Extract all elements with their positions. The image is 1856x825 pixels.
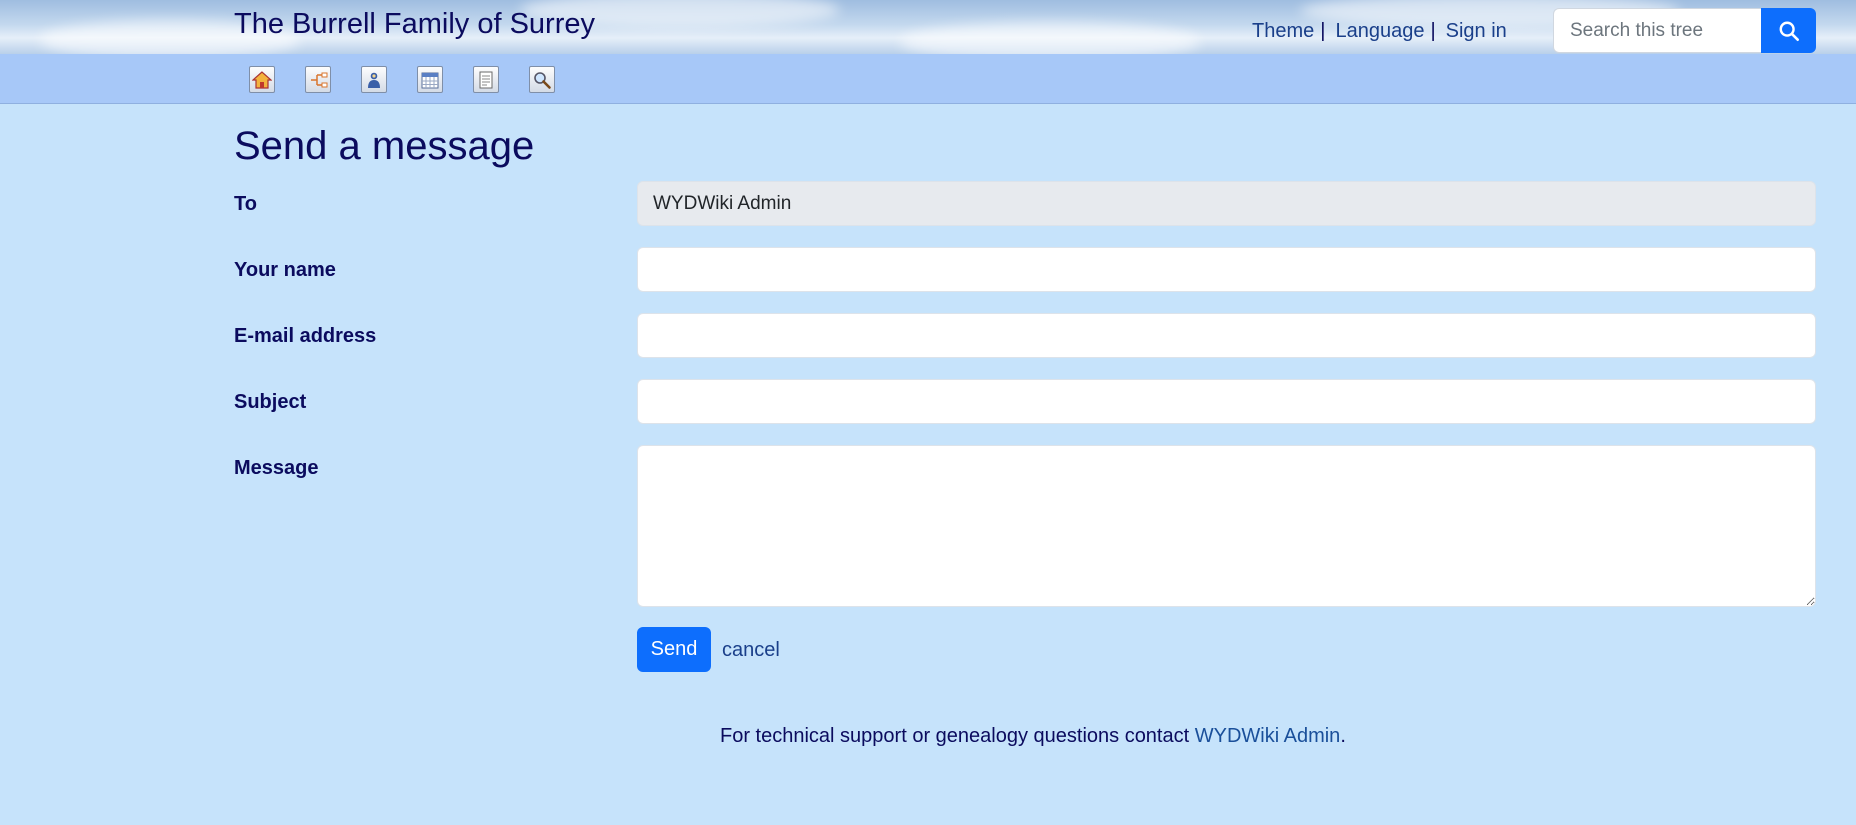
send-button[interactable]: Send: [637, 627, 711, 672]
header: The Burrell Family of Surrey Theme | Lan…: [0, 0, 1856, 54]
subject-field[interactable]: [637, 379, 1816, 424]
language-menu-link[interactable]: Language: [1335, 20, 1424, 43]
search-input[interactable]: [1553, 8, 1762, 53]
message-label: Message: [234, 457, 319, 479]
search-icon: [1779, 21, 1799, 41]
cloud-decoration: [900, 22, 1200, 54]
site-title[interactable]: The Burrell Family of Surrey: [234, 8, 595, 41]
to-label: To: [234, 193, 257, 215]
chart-icon[interactable]: [305, 66, 331, 93]
email-field[interactable]: [637, 313, 1816, 358]
footer-contact: For technical support or genealogy quest…: [720, 725, 1346, 748]
to-field[interactable]: [637, 181, 1816, 226]
home-icon[interactable]: [249, 66, 275, 93]
calendar-icon[interactable]: [417, 66, 443, 93]
footer-contact-link[interactable]: WYDWiki Admin: [1195, 725, 1341, 747]
report-icon[interactable]: [473, 66, 499, 93]
cancel-link[interactable]: cancel: [722, 639, 780, 662]
sign-in-link[interactable]: Sign in: [1446, 20, 1507, 43]
separator: |: [1430, 20, 1436, 42]
your-name-field[interactable]: [637, 247, 1816, 292]
theme-menu-link[interactable]: Theme: [1252, 20, 1314, 43]
message-field[interactable]: [637, 445, 1816, 607]
header-links: Theme | Language | Sign in: [1252, 20, 1507, 43]
menu-bar: [0, 54, 1856, 104]
search-icon[interactable]: [529, 66, 555, 93]
footer-suffix: .: [1340, 725, 1346, 747]
search-button[interactable]: [1761, 8, 1816, 53]
email-label: E-mail address: [234, 325, 377, 347]
individual-icon[interactable]: [361, 66, 387, 93]
separator: |: [1320, 20, 1326, 42]
subject-label: Subject: [234, 391, 307, 413]
your-name-label: Your name: [234, 259, 336, 281]
page-title: Send a message: [234, 124, 535, 168]
footer-text: For technical support or genealogy quest…: [720, 725, 1195, 747]
